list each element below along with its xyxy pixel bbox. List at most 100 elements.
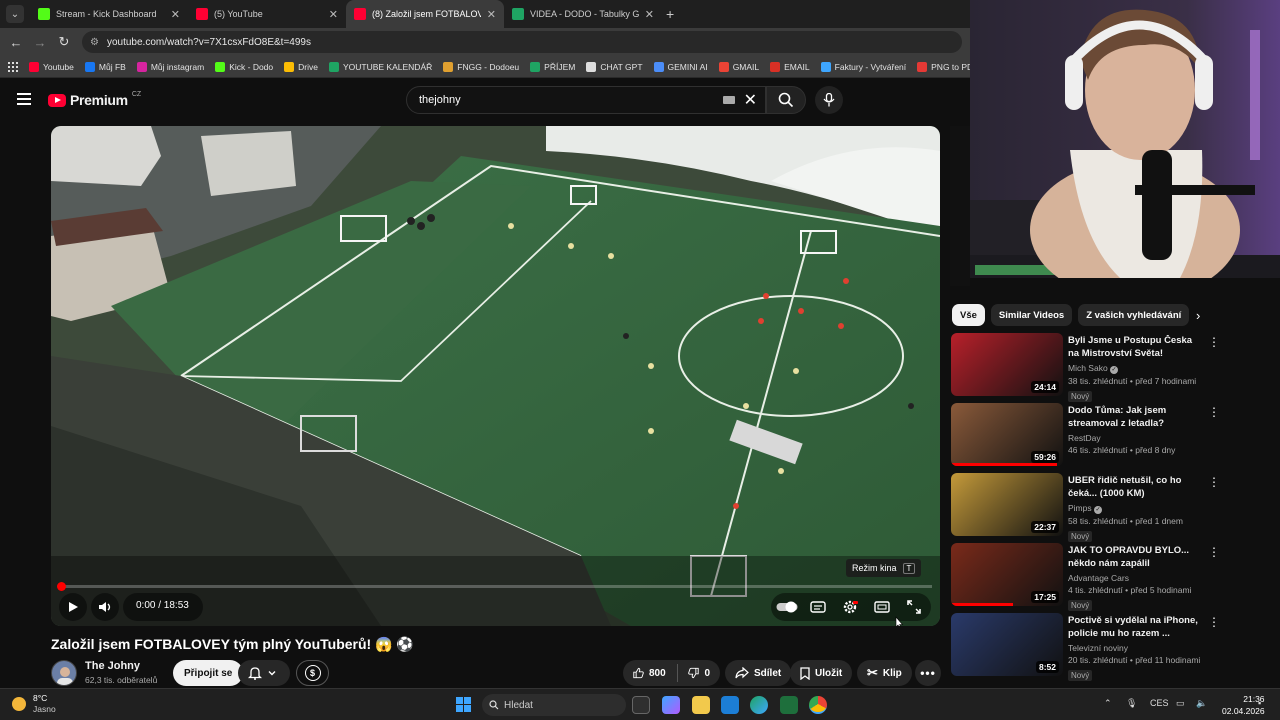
- channel-name[interactable]: Televizní noviny: [1068, 643, 1204, 653]
- video-player[interactable]: Režim kina T 0:00 / 18:53: [51, 126, 940, 626]
- video-thumbnail[interactable]: 22:37: [951, 473, 1063, 536]
- video-title[interactable]: JAK TO OPRAVDU BYLO... někdo nám zapálil…: [1068, 545, 1204, 570]
- video-title[interactable]: Poctivě si vydělal na iPhone, policie mu…: [1068, 615, 1204, 640]
- more-actions-button[interactable]: •••: [915, 660, 941, 686]
- more-vertical-icon[interactable]: ⋮: [1208, 335, 1220, 349]
- excel-icon[interactable]: [780, 696, 798, 714]
- thanks-button[interactable]: $: [296, 660, 329, 686]
- recommended-video[interactable]: 22:37 UBER řidič netušil, co ho čeká... (…: [951, 473, 1231, 543]
- search-input[interactable]: thejohny ✕: [406, 86, 766, 114]
- settings-gear-icon[interactable]: [836, 593, 864, 621]
- video-thumbnail[interactable]: 24:14: [951, 333, 1063, 396]
- chrome-icon[interactable]: [809, 696, 827, 714]
- bookmark-item[interactable]: Drive: [284, 61, 318, 72]
- microphone-tray-icon[interactable]: 🎙: [1126, 698, 1137, 709]
- bookmark-item[interactable]: Můj instagram: [136, 61, 204, 72]
- bookmark-item[interactable]: Můj FB: [84, 61, 126, 72]
- bookmark-item[interactable]: Faktury - Vytváření: [820, 61, 906, 72]
- chevron-up-icon[interactable]: ⌃: [1104, 698, 1112, 709]
- join-button[interactable]: Připojit se: [173, 660, 244, 686]
- bookmark-item[interactable]: GMAIL: [718, 61, 759, 72]
- recommended-video[interactable]: 59:26 Dodo Tůma: Jak jsem streamoval z le…: [951, 403, 1231, 473]
- bookmark-item[interactable]: EMAIL: [770, 61, 810, 72]
- channel-name[interactable]: Mich Sako ✓: [1068, 363, 1204, 374]
- notification-bell-icon[interactable]: ▪: [1258, 698, 1261, 708]
- bookmark-item[interactable]: PNG to PDF: [917, 61, 970, 72]
- recommended-video[interactable]: 8:52 Poctivě si vydělal na iPhone, polici…: [951, 613, 1231, 683]
- thumbs-up-icon[interactable]: [633, 666, 644, 680]
- progress-bar[interactable]: [57, 582, 932, 591]
- progress-scrubber[interactable]: [57, 582, 66, 591]
- filter-chip[interactable]: Z vašich vyhledávání: [1078, 304, 1190, 326]
- bookmark-item[interactable]: FNGG - Dodoeu: [443, 61, 519, 72]
- more-vertical-icon[interactable]: ⋮: [1208, 615, 1220, 629]
- tab-close-icon[interactable]: ✕: [329, 8, 338, 21]
- taskbar-search[interactable]: Hledat: [482, 694, 626, 716]
- site-info-icon[interactable]: ⚙: [90, 37, 99, 48]
- task-view-icon[interactable]: [632, 696, 650, 714]
- bookmark-item[interactable]: YOUTUBE KALENDÁŘ: [328, 61, 432, 72]
- subtitles-icon[interactable]: [804, 593, 832, 621]
- windows-start-icon[interactable]: [456, 697, 471, 712]
- tab-close-icon[interactable]: ✕: [487, 8, 496, 21]
- browser-tab-active[interactable]: (8) Založil jsem FOTBALOVEY tý ✕: [346, 0, 504, 28]
- search-button[interactable]: [766, 86, 806, 114]
- bookmark-item[interactable]: PŘÍJEM: [530, 61, 575, 72]
- video-thumbnail[interactable]: 17:25: [951, 543, 1063, 606]
- youtube-premium-logo[interactable]: Premium CZ: [48, 91, 141, 108]
- back-arrow-icon[interactable]: ←: [4, 35, 28, 50]
- weather-widget[interactable]: 8°C Jasno: [12, 693, 56, 715]
- clear-search-icon[interactable]: ✕: [744, 90, 757, 110]
- video-thumbnail[interactable]: 8:52: [951, 613, 1063, 676]
- bookmark-item[interactable]: Youtube: [29, 61, 74, 72]
- chevron-right-icon[interactable]: ›: [1196, 308, 1200, 323]
- outlook-icon[interactable]: [721, 696, 739, 714]
- video-thumbnail[interactable]: 59:26: [951, 403, 1063, 466]
- video-title[interactable]: Byli Jsme u Postupu Česka na Mistrovství…: [1068, 335, 1204, 360]
- like-count[interactable]: 800: [649, 668, 666, 679]
- bookmark-item[interactable]: GEMINI AI: [653, 61, 708, 72]
- reload-icon[interactable]: ↻: [52, 34, 76, 50]
- bookmark-item[interactable]: CHAT GPT: [586, 61, 643, 72]
- voice-search-button[interactable]: [815, 86, 843, 114]
- address-bar[interactable]: ⚙ youtube.com/watch?v=7X1csxFdO8E&t=499s: [82, 31, 962, 53]
- share-button[interactable]: Sdílet: [725, 660, 792, 686]
- bookmark-item[interactable]: Kick - Dodo: [215, 61, 273, 72]
- volume-tray-icon[interactable]: 🔈: [1196, 698, 1207, 709]
- recommended-video[interactable]: 24:14 Byli Jsme u Postupu Česka na Mistro…: [951, 333, 1231, 403]
- channel-name[interactable]: Advantage Cars: [1068, 573, 1204, 583]
- file-explorer-icon[interactable]: [692, 696, 710, 714]
- more-vertical-icon[interactable]: ⋮: [1208, 545, 1220, 559]
- play-icon[interactable]: [59, 593, 87, 621]
- clip-button[interactable]: ✂ Klip: [857, 660, 912, 686]
- browser-tab[interactable]: VIDEA - DODO - Tabulky Googl ✕: [504, 0, 662, 28]
- channel-avatar[interactable]: [51, 660, 77, 686]
- video-title[interactable]: UBER řidič netušil, co ho čeká... (1000 …: [1068, 475, 1204, 500]
- filter-chip[interactable]: Similar Videos: [990, 304, 1073, 326]
- tab-search-chevron-icon[interactable]: ⌄: [6, 5, 24, 23]
- keyboard-icon[interactable]: [723, 96, 735, 104]
- dislike-count[interactable]: 0: [704, 668, 710, 679]
- volume-icon[interactable]: [91, 593, 119, 621]
- notifications-button[interactable]: [238, 660, 290, 686]
- language-indicator[interactable]: CES: [1150, 698, 1169, 708]
- save-button[interactable]: Uložit: [790, 660, 853, 686]
- tab-close-icon[interactable]: ✕: [171, 8, 180, 21]
- fullscreen-icon[interactable]: [900, 593, 928, 621]
- more-vertical-icon[interactable]: ⋮: [1208, 475, 1220, 489]
- new-tab-icon[interactable]: +: [666, 6, 674, 22]
- copilot-icon[interactable]: [662, 696, 680, 714]
- more-vertical-icon[interactable]: ⋮: [1208, 405, 1220, 419]
- forward-arrow-icon[interactable]: →: [28, 35, 52, 50]
- channel-name[interactable]: RestDay: [1068, 433, 1204, 443]
- browser-tab[interactable]: Stream - Kick Dashboard ✕: [30, 0, 188, 28]
- theater-mode-icon[interactable]: [868, 593, 896, 621]
- recommended-video[interactable]: 17:25 JAK TO OPRAVDU BYLO... někdo nám za…: [951, 543, 1231, 613]
- network-icon[interactable]: ▭: [1176, 698, 1185, 709]
- channel-name[interactable]: Pimps ✓: [1068, 503, 1204, 514]
- channel-name[interactable]: The Johny: [85, 660, 140, 672]
- thumbs-down-icon[interactable]: [688, 666, 700, 680]
- tab-close-icon[interactable]: ✕: [645, 8, 654, 21]
- apps-grid-icon[interactable]: [8, 61, 18, 72]
- menu-icon[interactable]: [17, 93, 31, 105]
